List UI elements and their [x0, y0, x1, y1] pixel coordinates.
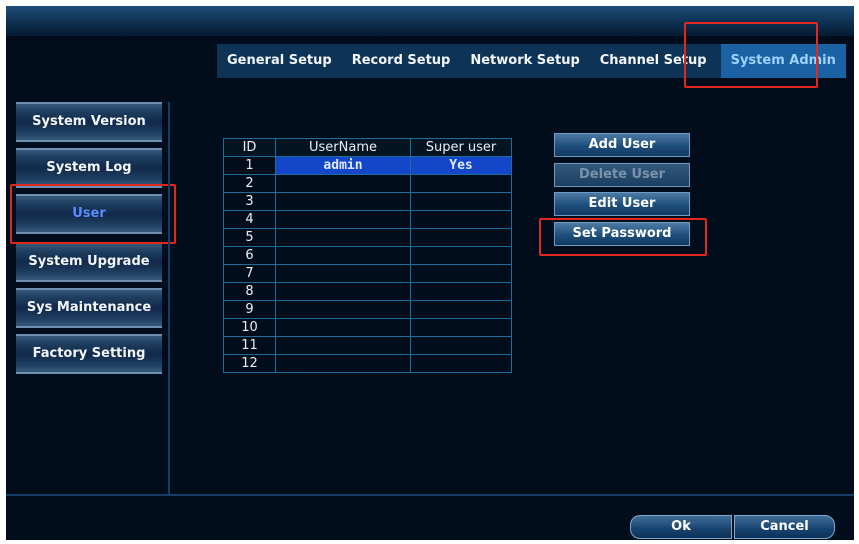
table-row[interactable]: 8 — [223, 282, 512, 301]
cell-super-user — [410, 174, 512, 193]
title-bar — [6, 6, 854, 36]
sidebar-item-user[interactable]: User — [16, 194, 162, 234]
cell-id: 5 — [223, 228, 276, 247]
cell-super-user — [410, 336, 512, 355]
table-header-row: ID UserName Super user — [223, 138, 512, 157]
cell-id: 1 — [223, 156, 276, 175]
cell-username — [275, 210, 411, 229]
table-row[interactable]: 11 — [223, 336, 512, 355]
cell-username — [275, 264, 411, 283]
cell-id: 6 — [223, 246, 276, 265]
cell-username — [275, 192, 411, 211]
cell-username — [275, 282, 411, 301]
ok-button[interactable]: Ok — [630, 515, 732, 539]
settings-tabs: General Setup Record Setup Network Setup… — [217, 44, 846, 78]
cell-username: admin — [275, 156, 411, 175]
set-password-button[interactable]: Set Password — [554, 222, 690, 246]
sidebar-item-system-version[interactable]: System Version — [16, 102, 162, 142]
cell-id: 2 — [223, 174, 276, 193]
cell-super-user — [410, 318, 512, 337]
tab-system-admin[interactable]: System Admin — [720, 44, 846, 78]
cell-super-user — [410, 192, 512, 211]
cell-username — [275, 228, 411, 247]
table-row[interactable]: 5 — [223, 228, 512, 247]
dvr-screen: General Setup Record Setup Network Setup… — [6, 6, 854, 540]
cell-super-user: Yes — [410, 156, 512, 175]
table-row[interactable]: 12 — [223, 354, 512, 373]
table-row[interactable]: 9 — [223, 300, 512, 319]
cell-super-user — [410, 228, 512, 247]
cell-username — [275, 300, 411, 319]
cell-super-user — [410, 300, 512, 319]
cell-super-user — [410, 210, 512, 229]
cancel-button[interactable]: Cancel — [734, 515, 835, 539]
cell-username — [275, 354, 411, 373]
table-row[interactable]: 1 admin Yes — [223, 156, 512, 175]
cell-super-user — [410, 282, 512, 301]
cell-id: 10 — [223, 318, 276, 337]
cell-id: 7 — [223, 264, 276, 283]
table-row[interactable]: 4 — [223, 210, 512, 229]
cell-id: 11 — [223, 336, 276, 355]
tab-network-setup[interactable]: Network Setup — [460, 44, 589, 78]
cell-username — [275, 318, 411, 337]
table-row[interactable]: 2 — [223, 174, 512, 193]
table-row[interactable]: 6 — [223, 246, 512, 265]
cell-super-user — [410, 246, 512, 265]
cell-super-user — [410, 264, 512, 283]
cell-id: 12 — [223, 354, 276, 373]
sidebar-divider — [168, 102, 170, 494]
cell-id: 4 — [223, 210, 276, 229]
tab-record-setup[interactable]: Record Setup — [342, 44, 461, 78]
add-user-button[interactable]: Add User — [554, 133, 690, 157]
cell-id: 8 — [223, 282, 276, 301]
column-header-username: UserName — [275, 138, 411, 157]
cell-id: 3 — [223, 192, 276, 211]
sidebar-item-factory-setting[interactable]: Factory Setting — [16, 334, 162, 374]
table-row[interactable]: 10 — [223, 318, 512, 337]
user-table: ID UserName Super user 1 admin Yes 2 3 4… — [223, 138, 512, 373]
edit-user-button[interactable]: Edit User — [554, 192, 690, 216]
sidebar-item-system-log[interactable]: System Log — [16, 148, 162, 188]
tab-general-setup[interactable]: General Setup — [217, 44, 342, 78]
table-row[interactable]: 3 — [223, 192, 512, 211]
column-header-id: ID — [223, 138, 276, 157]
delete-user-button[interactable]: Delete User — [554, 163, 690, 187]
sidebar-item-system-upgrade[interactable]: System Upgrade — [16, 242, 162, 282]
footer-divider — [6, 494, 854, 496]
table-row[interactable]: 7 — [223, 264, 512, 283]
cell-username — [275, 246, 411, 265]
cell-super-user — [410, 354, 512, 373]
cell-username — [275, 174, 411, 193]
tab-channel-setup[interactable]: Channel Setup — [590, 44, 717, 78]
sidebar-item-sys-maintenance[interactable]: Sys Maintenance — [16, 288, 162, 328]
column-header-super-user: Super user — [410, 138, 512, 157]
cell-username — [275, 336, 411, 355]
cell-id: 9 — [223, 300, 276, 319]
